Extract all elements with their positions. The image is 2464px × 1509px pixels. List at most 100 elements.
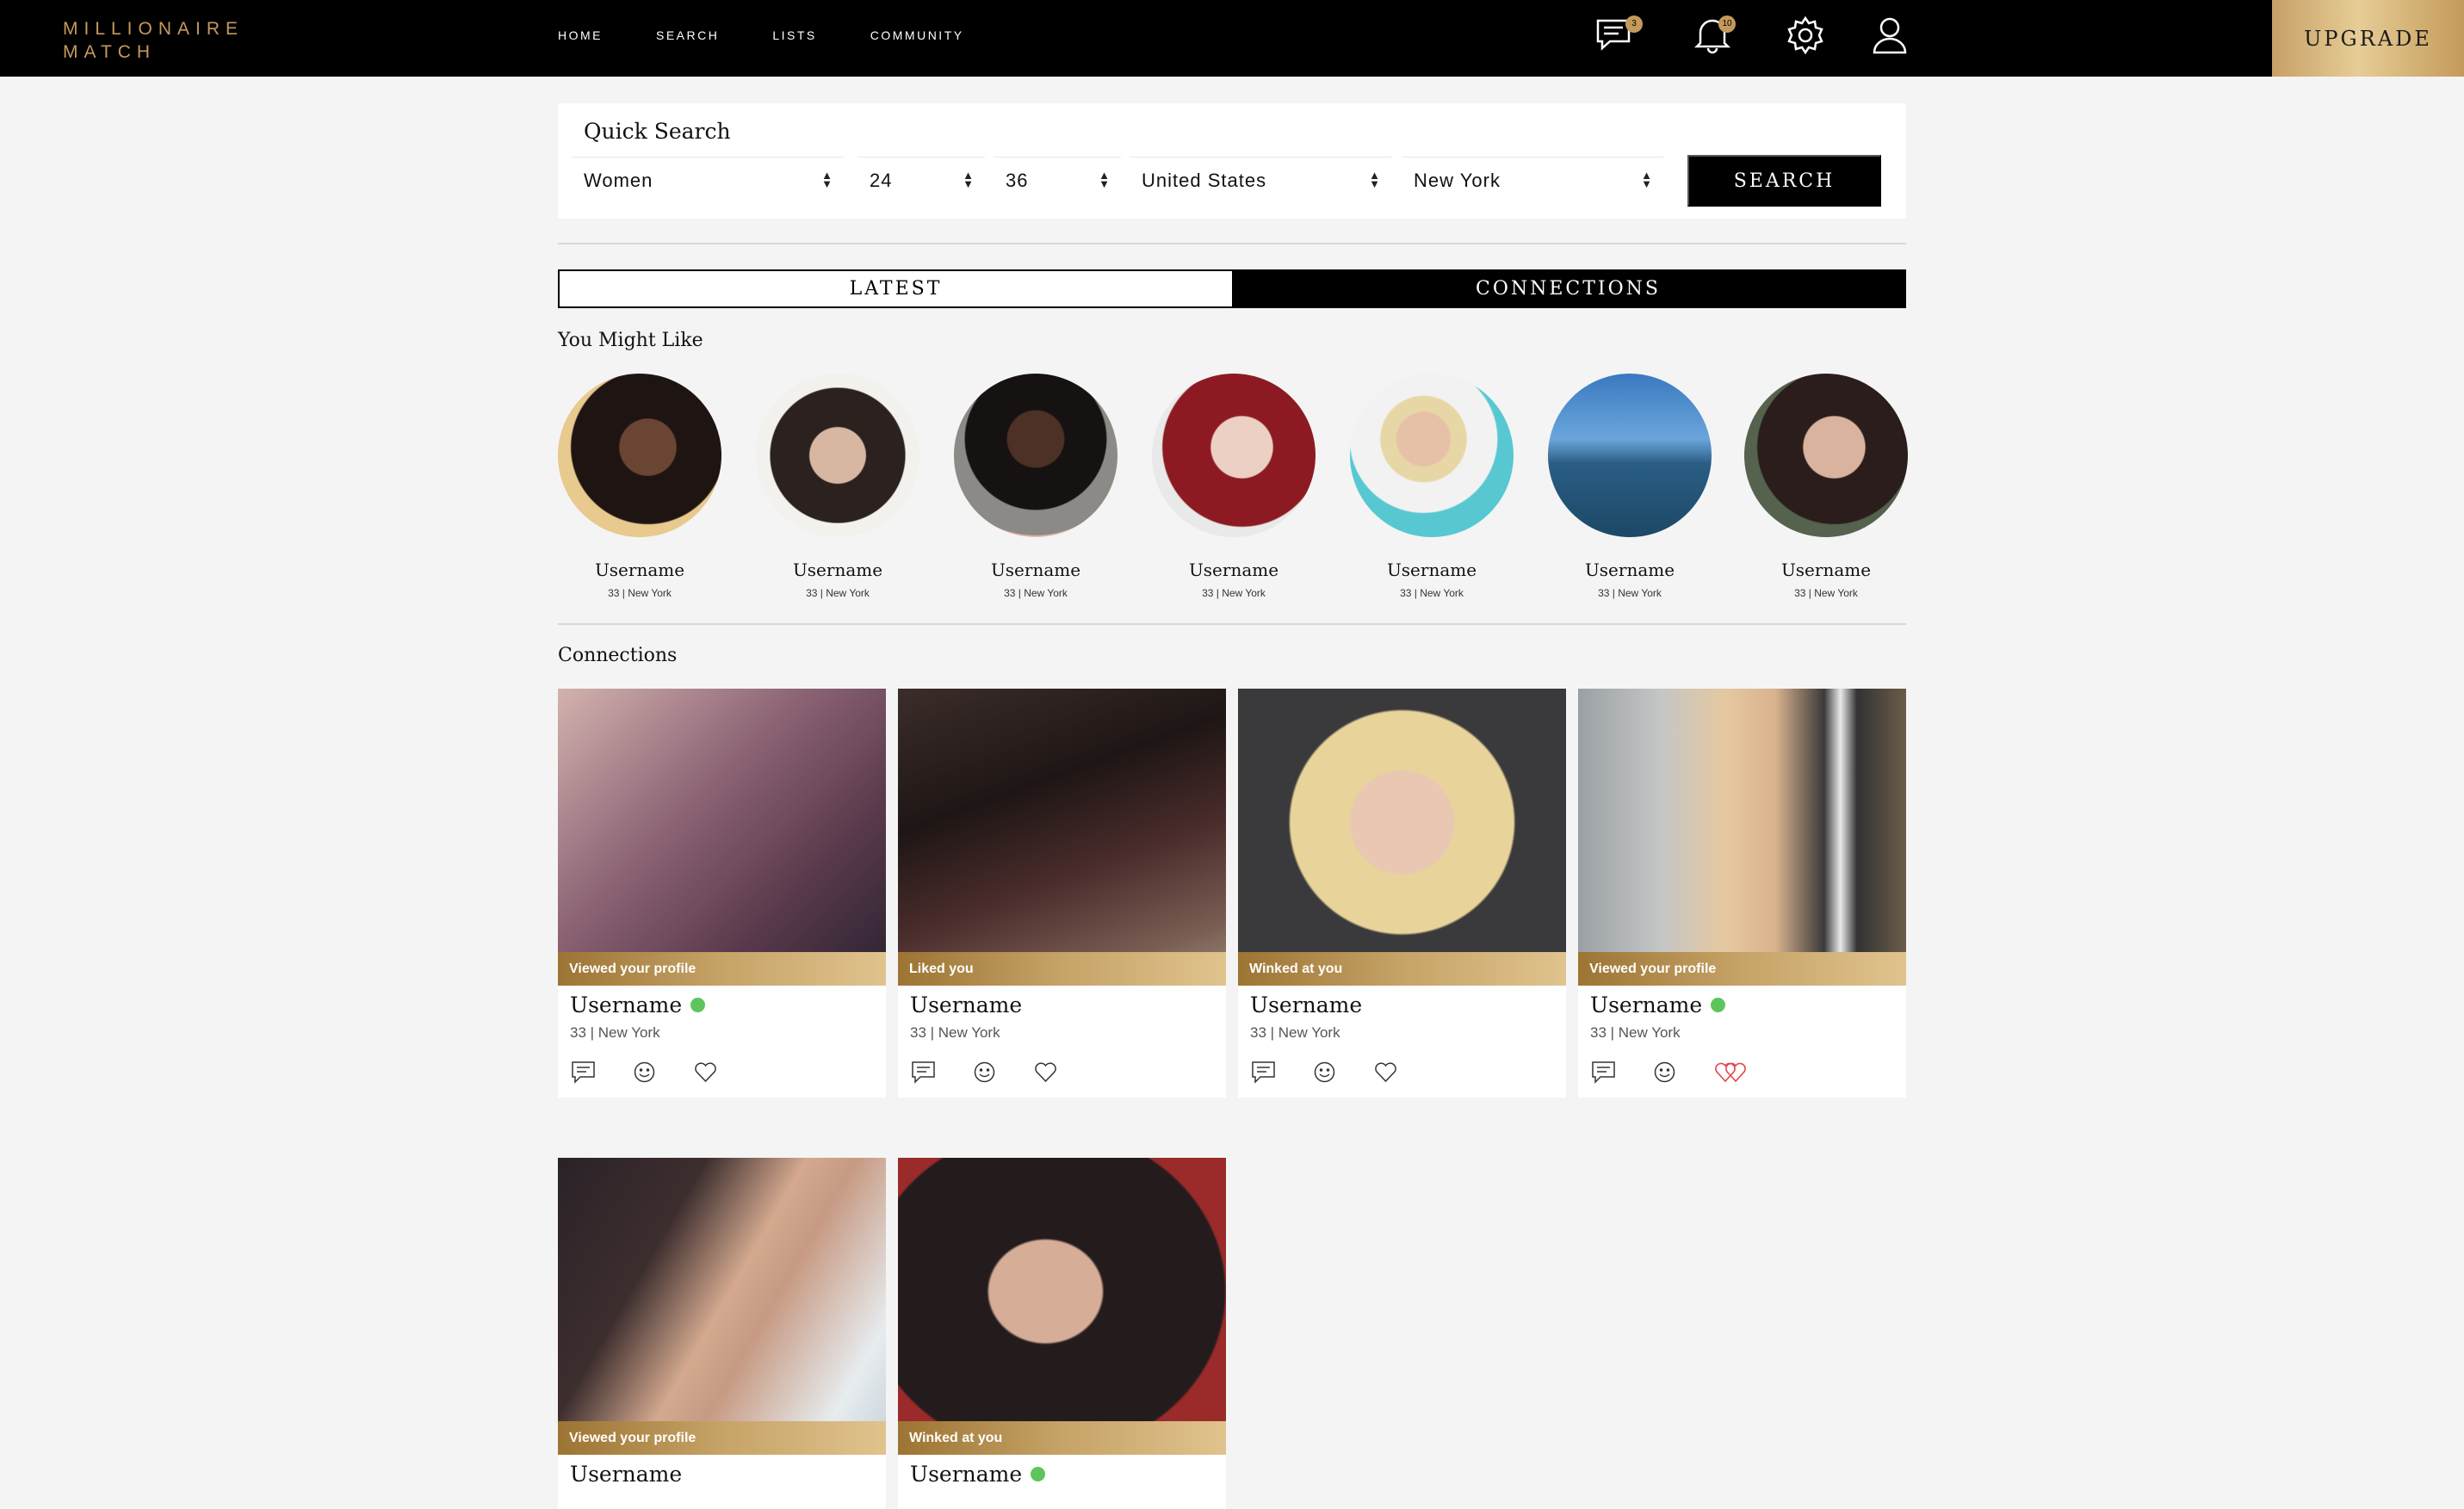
message-icon[interactable] [1250, 1059, 1277, 1085]
suggestion-avatar[interactable] [558, 374, 721, 537]
connection-card[interactable]: Viewed your profile Username 33 | New Yo… [1578, 689, 1906, 1098]
suggestion-item[interactable]: Username 33 | New York [1350, 374, 1514, 599]
suggestion-username[interactable]: Username [756, 560, 919, 580]
message-icon[interactable] [570, 1059, 597, 1085]
profile-photo[interactable]: Liked you [898, 689, 1226, 986]
brand-logo[interactable]: MILLIONAIRE MATCH [63, 17, 244, 64]
select-arrows-icon: ▲ ▼ [963, 169, 975, 190]
search-button[interactable]: SEARCH [1687, 155, 1881, 207]
profile-photo[interactable]: Viewed your profile [558, 1158, 886, 1455]
profile-photo[interactable]: Winked at you [898, 1158, 1226, 1455]
profile-photo[interactable]: Viewed your profile [1578, 689, 1906, 986]
suggestion-username[interactable]: Username [1548, 560, 1712, 580]
status-label: Viewed your profile [1578, 952, 1906, 986]
quick-search-title: Quick Search [584, 119, 731, 144]
card-username[interactable]: Username [1590, 993, 1726, 1017]
suggestion-meta: 33 | New York [806, 587, 870, 599]
nav-lists[interactable]: LISTS [772, 28, 816, 42]
you-might-like-title: You Might Like [558, 330, 703, 351]
select-arrows-icon: ▲ ▼ [1369, 169, 1381, 190]
upgrade-button[interactable]: UPGRADE [2272, 0, 2464, 77]
connection-card[interactable]: Winked at you Username [898, 1158, 1226, 1509]
profile-button[interactable] [1870, 15, 1915, 60]
profile-photo[interactable]: Winked at you [1238, 689, 1566, 986]
tab-connections[interactable]: CONNECTIONS [1232, 271, 1904, 306]
brand-logo-line2: MATCH [63, 42, 157, 62]
suggestion-item[interactable]: Username 33 | New York [756, 374, 919, 599]
suggestion-avatar[interactable] [1152, 374, 1316, 537]
card-username[interactable]: Username [570, 993, 706, 1017]
suggestion-username[interactable]: Username [1152, 560, 1316, 580]
suggestion-item[interactable]: Username 33 | New York [558, 374, 721, 599]
liked-hearts-icon[interactable] [1712, 1059, 1750, 1085]
suggestion-item[interactable]: Username 33 | New York [1152, 374, 1316, 599]
top-navigation-bar: MILLIONAIRE MATCH HOME SEARCH LISTS COMM… [0, 0, 2464, 77]
quick-search-panel: Quick Search Women ▲ ▼ 24 ▲ ▼ 36 ▲ ▼ United… [558, 103, 1906, 219]
settings-button[interactable] [1786, 15, 1830, 60]
message-icon[interactable] [1590, 1059, 1617, 1085]
suggestion-avatar[interactable] [954, 374, 1117, 537]
suggestion-avatar[interactable] [756, 374, 919, 537]
status-label: Winked at you [1238, 952, 1566, 986]
card-meta: 33 | New York [570, 1024, 660, 1041]
suggestion-meta: 33 | New York [608, 587, 672, 599]
gender-select-value: Women [584, 170, 653, 191]
wink-icon[interactable] [971, 1059, 998, 1085]
age-max-select[interactable]: 36 ▲ ▼ [994, 157, 1121, 203]
wink-icon[interactable] [1651, 1059, 1678, 1085]
country-value: United States [1142, 170, 1267, 191]
card-username[interactable]: Username [910, 1462, 1046, 1487]
card-actions [910, 1059, 1059, 1085]
connections-title: Connections [558, 645, 678, 666]
connection-card[interactable]: Viewed your profile Username 33 | New Yo… [558, 689, 886, 1098]
city-value: New York [1414, 170, 1501, 191]
card-meta: 33 | New York [1590, 1024, 1681, 1041]
profile-photo[interactable]: Viewed your profile [558, 689, 886, 986]
heart-icon[interactable] [1032, 1059, 1059, 1085]
wink-icon[interactable] [631, 1059, 658, 1085]
card-username[interactable]: Username [1250, 993, 1362, 1017]
age-min-select[interactable]: 24 ▲ ▼ [857, 157, 985, 203]
suggestion-meta: 33 | New York [1202, 587, 1266, 599]
nav-community[interactable]: COMMUNITY [870, 28, 964, 42]
heart-icon[interactable] [1372, 1059, 1399, 1085]
card-username[interactable]: Username [910, 993, 1022, 1017]
suggestion-item[interactable]: Username 33 | New York [1548, 374, 1712, 599]
card-actions [570, 1059, 719, 1085]
card-username-text: Username [910, 1462, 1023, 1487]
brand-logo-line1: MILLIONAIRE [63, 19, 245, 39]
connection-card[interactable]: Viewed your profile Username [558, 1158, 886, 1509]
card-username-text: Username [570, 1462, 683, 1487]
suggestion-avatar[interactable] [1548, 374, 1712, 537]
suggestion-avatar[interactable] [1744, 374, 1908, 537]
main-nav: HOME SEARCH LISTS COMMUNITY [558, 28, 1018, 42]
suggestion-meta: 33 | New York [1400, 587, 1464, 599]
connection-card[interactable]: Winked at you Username 33 | New York [1238, 689, 1566, 1098]
connection-card[interactable]: Liked you Username 33 | New York [898, 689, 1226, 1098]
city-select[interactable]: New York ▲ ▼ [1402, 157, 1663, 203]
card-username-text: Username [1250, 993, 1363, 1017]
suggestion-username[interactable]: Username [954, 560, 1117, 580]
country-select[interactable]: United States ▲ ▼ [1130, 157, 1391, 203]
suggestion-username[interactable]: Username [1350, 560, 1514, 580]
wink-icon[interactable] [1311, 1059, 1338, 1085]
message-icon[interactable] [910, 1059, 937, 1085]
select-arrows-icon: ▲ ▼ [1099, 169, 1111, 190]
notifications-button[interactable]: 10 [1693, 14, 1737, 59]
suggestion-item[interactable]: Username 33 | New York [954, 374, 1117, 599]
suggestion-meta: 33 | New York [1794, 587, 1858, 599]
suggestion-username[interactable]: Username [558, 560, 721, 580]
gear-icon [1787, 15, 1823, 55]
suggestion-username[interactable]: Username [1744, 560, 1908, 580]
messages-button[interactable]: 3 [1594, 15, 1643, 60]
divider [558, 623, 1906, 625]
heart-icon[interactable] [692, 1059, 719, 1085]
card-username[interactable]: Username [570, 1462, 682, 1487]
tab-latest[interactable]: LATEST [560, 271, 1232, 306]
nav-search[interactable]: SEARCH [656, 28, 719, 42]
suggestion-avatar[interactable] [1350, 374, 1514, 537]
suggestion-item[interactable]: Username 33 | New York [1744, 374, 1908, 599]
status-label: Winked at you [898, 1421, 1226, 1455]
nav-home[interactable]: HOME [558, 28, 603, 42]
gender-select[interactable]: Women ▲ ▼ [572, 157, 844, 203]
